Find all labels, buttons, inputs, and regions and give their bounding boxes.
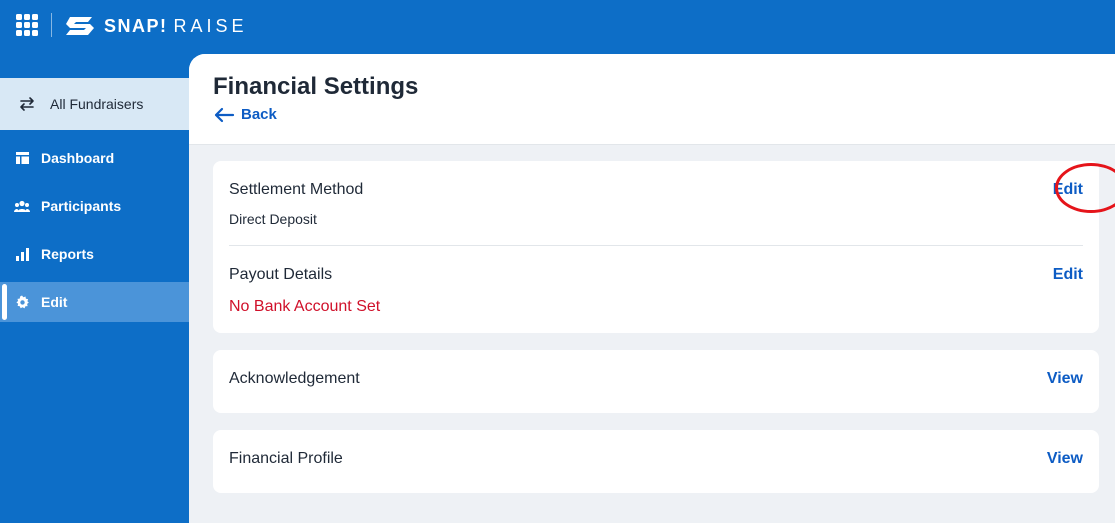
financial-profile-label: Financial Profile — [229, 450, 343, 467]
swap-arrows-icon — [20, 97, 34, 111]
sidebar: All Fundraisers Dashboard Participants R… — [0, 54, 189, 523]
card-divider — [229, 245, 1083, 246]
financial-profile-view-link[interactable]: View — [1047, 450, 1083, 468]
snap-raise-logo[interactable]: SNAP! RAISE — [64, 12, 248, 40]
back-label: Back — [241, 106, 277, 123]
apps-grid-icon[interactable] — [16, 14, 38, 36]
payout-details-label: Payout Details — [229, 266, 333, 283]
page-header: Financial Settings Back — [189, 54, 1115, 145]
back-button[interactable]: Back — [213, 106, 277, 123]
sidebar-item-dashboard[interactable]: Dashboard — [0, 138, 189, 178]
settlement-method-label: Settlement Method — [229, 181, 364, 198]
settlement-payout-card: Settlement Method Direct Deposit Edit Pa… — [213, 161, 1115, 333]
sidebar-item-reports[interactable]: Reports — [0, 234, 189, 274]
all-fundraisers-button[interactable]: All Fundraisers — [0, 78, 189, 130]
payout-edit-link[interactable]: Edit — [1053, 266, 1083, 284]
sidebar-item-label: Edit — [41, 294, 68, 310]
gear-icon — [14, 294, 30, 310]
brand-primary: SNAP! — [104, 15, 168, 36]
sidebar-item-label: Dashboard — [41, 150, 115, 166]
page-title: Financial Settings — [213, 73, 419, 100]
sidebar-item-label: Participants — [41, 198, 122, 214]
settlement-method-value: Direct Deposit — [229, 211, 317, 227]
main-content: Financial Settings Back Settlement Metho… — [189, 54, 1115, 523]
sidebar-item-edit[interactable]: Edit — [0, 282, 189, 322]
financial-profile-card: Financial Profile View — [213, 430, 1099, 493]
acknowledgement-view-link[interactable]: View — [1047, 370, 1083, 388]
arrow-left-icon — [214, 107, 235, 122]
sidebar-item-label: Reports — [41, 246, 94, 262]
sidebar-item-participants[interactable]: Participants — [0, 186, 189, 226]
settlement-edit-link[interactable]: Edit — [1053, 181, 1083, 199]
brand-name: SNAP! RAISE — [104, 16, 248, 37]
dashboard-icon — [14, 150, 30, 166]
top-divider — [51, 13, 52, 37]
people-icon — [14, 198, 30, 214]
acknowledgement-label: Acknowledgement — [229, 370, 360, 387]
payout-details-status: No Bank Account Set — [229, 298, 381, 315]
bar-chart-icon — [14, 246, 30, 262]
snap-logo-icon — [66, 17, 94, 35]
brand-secondary: RAISE — [173, 15, 248, 36]
acknowledgement-card: Acknowledgement View — [213, 350, 1099, 413]
all-fundraisers-label: All Fundraisers — [50, 96, 144, 112]
top-bar: SNAP! RAISE — [0, 0, 1115, 54]
